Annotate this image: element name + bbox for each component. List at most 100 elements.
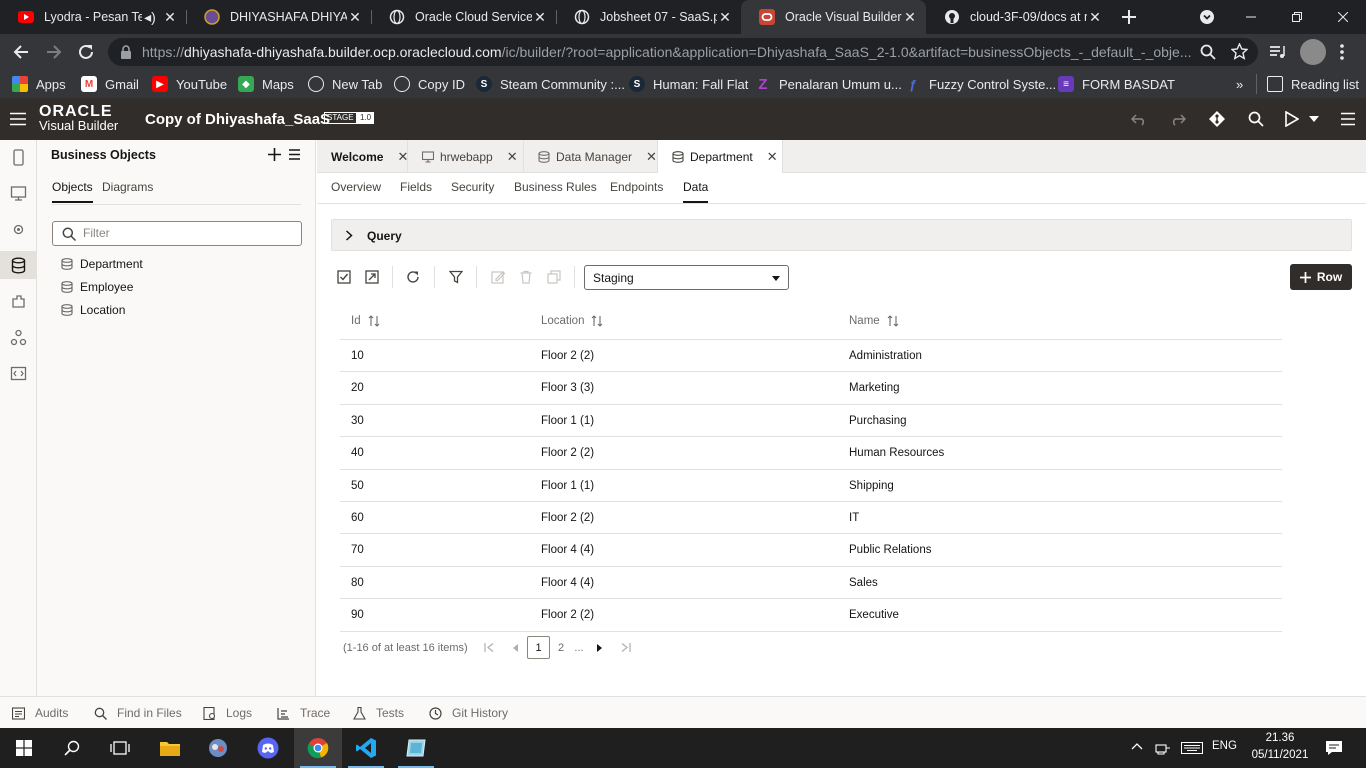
column-header-name[interactable]: Name — [849, 315, 899, 327]
web-apps-icon[interactable] — [10, 185, 27, 202]
lock-icon[interactable] — [120, 45, 132, 59]
tab-objects[interactable]: Objects — [52, 180, 93, 203]
add-object-icon[interactable] — [268, 148, 281, 161]
tab-search-icon[interactable] — [1184, 0, 1230, 34]
close-tab-icon[interactable]: ✕ — [767, 149, 778, 165]
panel-menu-icon[interactable] — [289, 149, 300, 160]
tab-business-rules[interactable]: Business Rules — [514, 180, 597, 194]
processes-icon[interactable] — [10, 329, 27, 346]
mobile-apps-icon[interactable] — [10, 149, 27, 166]
game-app-icon[interactable] — [194, 728, 242, 768]
git-icon[interactable] — [1209, 111, 1225, 127]
search-icon[interactable] — [48, 728, 96, 768]
close-tab-icon[interactable]: ✕ — [1087, 9, 1103, 25]
tab-fields[interactable]: Fields — [400, 180, 432, 194]
bookmark-form-basdat[interactable]: ≡ FORM BASDAT — [1058, 75, 1175, 93]
notification-icon[interactable] — [1325, 740, 1343, 756]
bookmark-fuzzy[interactable]: ƒ Fuzzy Control Syste... — [905, 75, 1056, 93]
network-icon[interactable] — [1155, 741, 1171, 755]
app-menu-icon[interactable] — [1341, 112, 1355, 126]
redo-icon[interactable] — [1170, 112, 1186, 126]
more-bookmarks-button[interactable]: » — [1236, 75, 1243, 93]
search-icon[interactable] — [1248, 111, 1264, 127]
bookmark-new-tab[interactable]: New Tab — [308, 75, 382, 93]
vscode-icon[interactable] — [342, 728, 390, 768]
git-history-tab[interactable]: Git History — [429, 706, 508, 720]
language-indicator[interactable]: ENG — [1212, 740, 1237, 752]
find-in-files-tab[interactable]: Find in Files — [94, 706, 182, 720]
clock-date[interactable]: 05/11/2021 — [1249, 749, 1311, 761]
sort-icon[interactable] — [591, 315, 603, 327]
media-control-icon[interactable] — [1268, 43, 1286, 61]
tests-tab[interactable]: Tests — [353, 706, 404, 720]
reading-list-button[interactable]: Reading list — [1267, 75, 1359, 93]
table-row[interactable]: 40 Floor 2 (2) Human Resources — [340, 437, 1282, 470]
filter-field[interactable] — [52, 221, 302, 246]
close-tab-icon[interactable]: ✕ — [162, 9, 178, 25]
edit-icon[interactable] — [491, 270, 505, 284]
tab-data-manager[interactable]: Data Manager ✕ — [524, 140, 658, 173]
chevron-right-icon[interactable] — [345, 230, 353, 241]
tab-diagrams[interactable]: Diagrams — [102, 180, 153, 194]
source-view-icon[interactable] — [10, 365, 27, 382]
duplicate-icon[interactable] — [547, 270, 561, 284]
tab-security[interactable]: Security — [451, 180, 494, 194]
business-object-employee[interactable]: Employee — [61, 276, 291, 298]
sort-icon[interactable] — [887, 315, 899, 327]
discord-icon[interactable] — [244, 728, 292, 768]
app-icon[interactable] — [392, 728, 440, 768]
business-object-location[interactable]: Location — [61, 299, 291, 321]
reload-icon[interactable] — [77, 43, 95, 61]
back-icon[interactable] — [12, 43, 30, 61]
address-bar[interactable]: https://dhiyashafa-dhiyashafa.builder.oc… — [108, 38, 1258, 66]
keyboard-icon[interactable] — [1181, 742, 1203, 754]
undo-icon[interactable] — [1131, 112, 1147, 126]
table-row[interactable]: 90 Floor 2 (2) Executive — [340, 599, 1282, 632]
tab-endpoints[interactable]: Endpoints — [610, 180, 663, 194]
export-icon[interactable] — [365, 270, 379, 284]
column-header-id[interactable]: Id — [351, 315, 380, 327]
clock-time[interactable]: 21.36 — [1255, 732, 1305, 744]
chrome-menu-icon[interactable] — [1340, 43, 1344, 61]
browser-tab-dhiyashafa[interactable]: DHIYASHAFA DHIYAHSAFA ✕ — [186, 0, 371, 34]
table-row[interactable]: 30 Floor 1 (1) Purchasing — [340, 405, 1282, 438]
bookmark-steam[interactable]: S Steam Community :... — [476, 75, 625, 93]
table-row[interactable]: 80 Floor 4 (4) Sales — [340, 567, 1282, 600]
tab-overview[interactable]: Overview — [331, 180, 381, 194]
bookmark-apps[interactable]: Apps — [12, 75, 66, 93]
trace-tab[interactable]: Trace — [277, 706, 330, 720]
bookmark-human-fall-flat[interactable]: S Human: Fall Flat — [629, 75, 748, 93]
file-explorer-icon[interactable] — [146, 728, 194, 768]
browser-tab-youtube[interactable]: Lyodra - Pesan Terakhir ◂) ✕ — [0, 0, 186, 34]
run-icon[interactable] — [1285, 111, 1299, 127]
query-section[interactable]: Query — [331, 219, 1352, 251]
page-1-button[interactable]: 1 — [527, 636, 550, 659]
components-icon[interactable] — [10, 293, 27, 310]
tab-department[interactable]: Department ✕ — [658, 140, 783, 174]
run-menu-chevron-icon[interactable] — [1309, 116, 1319, 122]
tab-data[interactable]: Data — [683, 180, 709, 203]
mute-icon[interactable]: ◂) — [142, 9, 158, 25]
tab-welcome[interactable]: Welcome ✕ — [317, 140, 408, 173]
bookmark-penalaran[interactable]: Z Penalaran Umum u... — [755, 75, 901, 93]
task-view-icon[interactable] — [96, 728, 144, 768]
start-button[interactable] — [0, 728, 48, 768]
close-tab-icon[interactable]: ✕ — [397, 149, 408, 165]
close-tab-icon[interactable]: ✕ — [347, 9, 363, 25]
browser-tab-github[interactable]: cloud-3F-09/docs at main ✕ — [926, 0, 1111, 34]
business-objects-icon[interactable] — [10, 257, 27, 274]
browser-tab-visual-builder[interactable]: Oracle Visual Builder | Copy ✕ — [741, 0, 926, 34]
last-page-icon[interactable] — [620, 636, 632, 659]
filter-icon[interactable] — [449, 270, 463, 284]
environment-select[interactable]: Staging — [584, 265, 789, 290]
chrome-taskbar-icon[interactable] — [294, 728, 342, 768]
browser-tab-oracle-cloud[interactable]: Oracle Cloud Service Dashboard ✕ — [371, 0, 556, 34]
first-page-icon[interactable] — [483, 636, 495, 659]
forward-icon[interactable] — [45, 43, 63, 61]
close-tab-icon[interactable]: ✕ — [507, 149, 518, 165]
page-2-button[interactable]: 2 — [556, 636, 566, 659]
close-tab-icon[interactable]: ✕ — [532, 9, 548, 25]
bookmark-maps[interactable]: ◆ Maps — [238, 75, 294, 93]
hamburger-menu-icon[interactable] — [10, 112, 26, 126]
add-row-button[interactable]: Row — [1290, 264, 1352, 290]
